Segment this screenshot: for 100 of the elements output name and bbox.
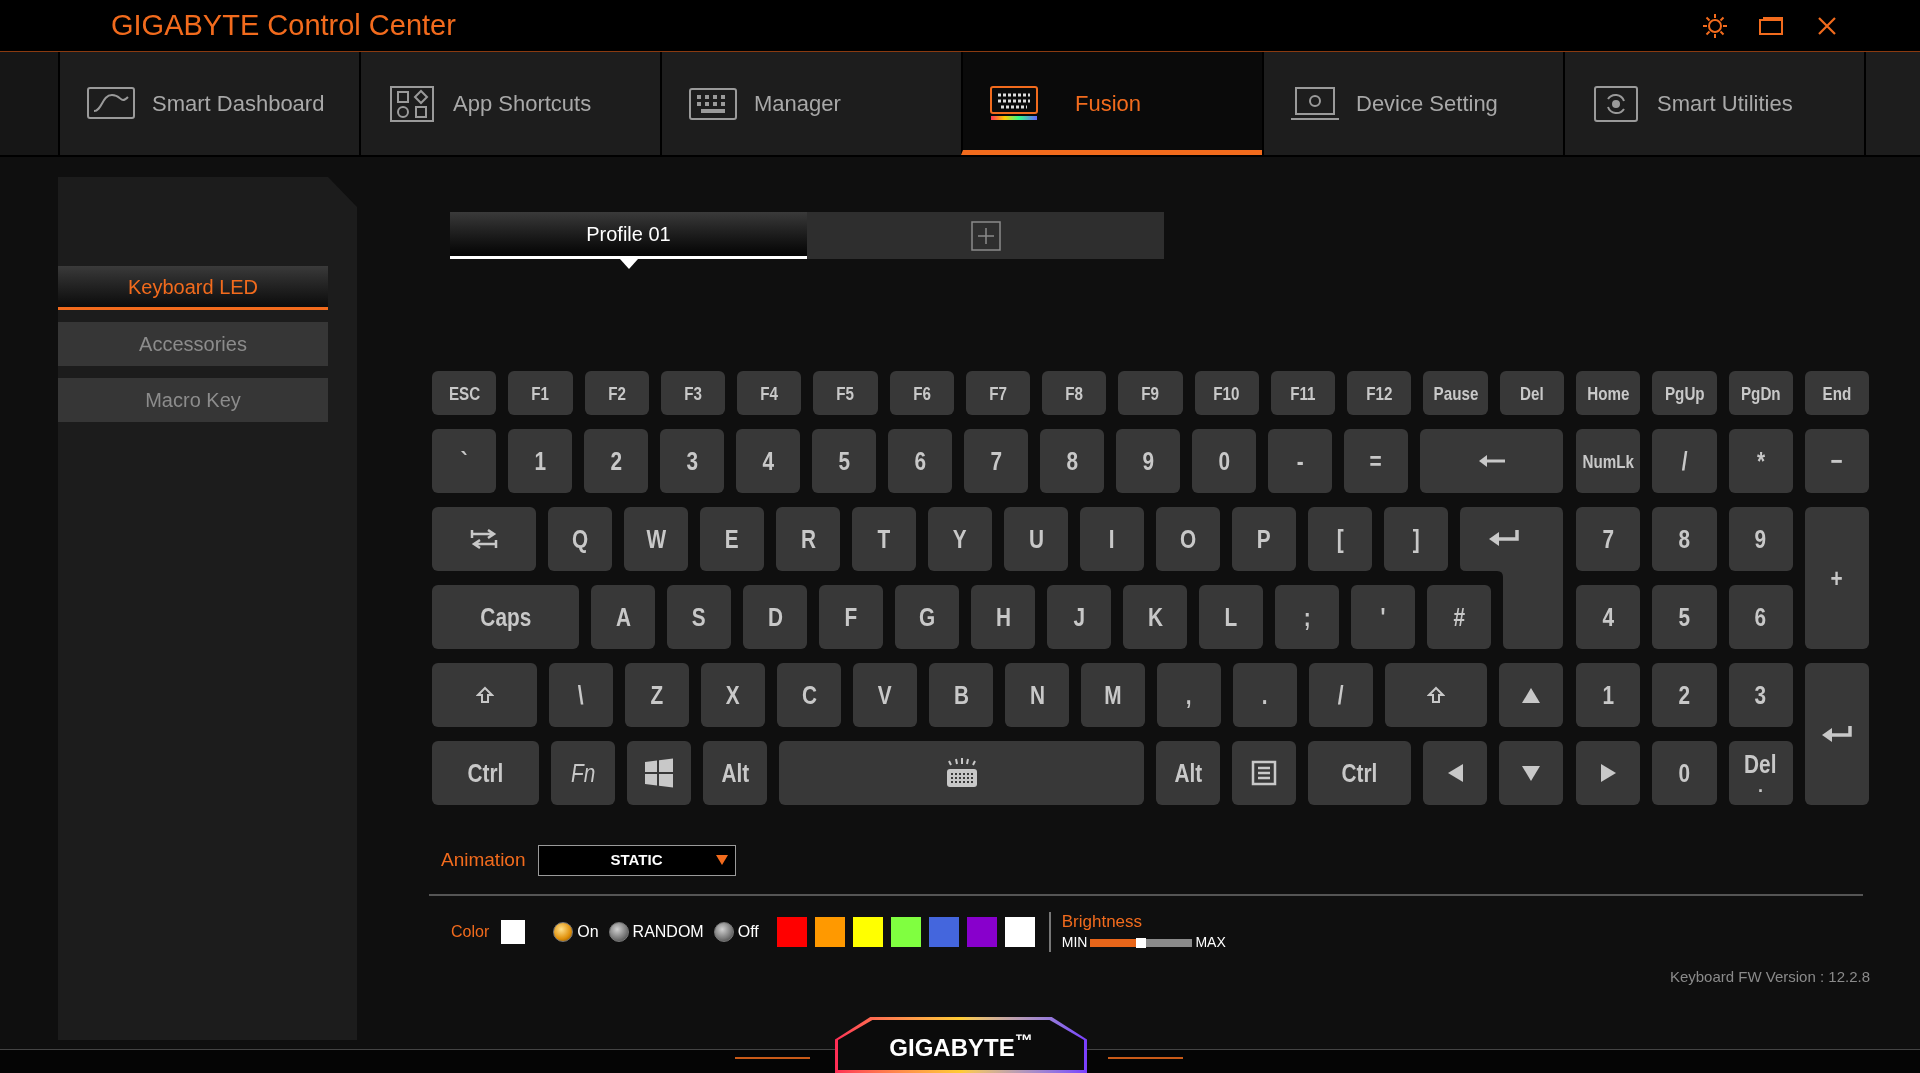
- key[interactable]: 9: [1116, 429, 1180, 493]
- nav-tab[interactable]: Device Setting: [1262, 52, 1563, 155]
- key[interactable]: Del: [1499, 371, 1564, 415]
- key[interactable]: Alt: [1156, 741, 1220, 805]
- key[interactable]: +: [1804, 507, 1869, 649]
- key[interactable]: 3: [1728, 663, 1793, 727]
- key[interactable]: B: [929, 663, 993, 727]
- key[interactable]: R: [776, 507, 840, 571]
- key[interactable]: [627, 741, 691, 805]
- key[interactable]: F: [819, 585, 883, 649]
- key[interactable]: 6: [1728, 585, 1793, 649]
- key[interactable]: F8: [1042, 371, 1107, 415]
- key[interactable]: F11: [1270, 371, 1336, 415]
- sidebar-item[interactable]: Keyboard LED: [58, 266, 328, 310]
- key[interactable]: [1576, 741, 1641, 805]
- key[interactable]: [1423, 741, 1487, 805]
- key[interactable]: #: [1427, 585, 1491, 649]
- key[interactable]: −: [1804, 429, 1869, 493]
- key[interactable]: PgUp: [1652, 371, 1717, 415]
- key[interactable]: F1: [508, 371, 573, 415]
- key[interactable]: ESC: [432, 371, 497, 415]
- key[interactable]: PgDn: [1728, 371, 1793, 415]
- key[interactable]: [432, 507, 536, 571]
- key[interactable]: Del .: [1728, 741, 1793, 805]
- key[interactable]: 1: [1576, 663, 1641, 727]
- key[interactable]: 3: [660, 429, 724, 493]
- key[interactable]: *: [1728, 429, 1793, 493]
- key[interactable]: 2: [584, 429, 648, 493]
- key[interactable]: J: [1047, 585, 1111, 649]
- key[interactable]: M: [1081, 663, 1145, 727]
- key[interactable]: Pause: [1423, 371, 1488, 415]
- key[interactable]: C: [777, 663, 841, 727]
- key[interactable]: E: [700, 507, 764, 571]
- key[interactable]: O: [1156, 507, 1220, 571]
- key[interactable]: A: [591, 585, 655, 649]
- key[interactable]: I: [1080, 507, 1144, 571]
- key[interactable]: [779, 741, 1144, 805]
- key[interactable]: 7: [1576, 507, 1641, 571]
- key[interactable]: .: [1233, 663, 1297, 727]
- key[interactable]: F6: [889, 371, 954, 415]
- key[interactable]: 5: [1652, 585, 1717, 649]
- key[interactable]: Fn: [551, 741, 615, 805]
- key[interactable]: Ctrl: [432, 741, 539, 805]
- key[interactable]: /: [1309, 663, 1373, 727]
- key[interactable]: W: [624, 507, 688, 571]
- key[interactable]: ,: [1157, 663, 1221, 727]
- key[interactable]: Home: [1576, 371, 1641, 415]
- key[interactable]: 4: [736, 429, 800, 493]
- key[interactable]: N: [1005, 663, 1069, 727]
- key[interactable]: ]: [1384, 507, 1448, 571]
- key[interactable]: Alt: [703, 741, 767, 805]
- key[interactable]: 8: [1652, 507, 1717, 571]
- nav-tab[interactable]: App Shortcuts: [359, 52, 660, 155]
- sidebar-item[interactable]: Accessories: [58, 322, 328, 366]
- key[interactable]: -: [1268, 429, 1332, 493]
- radio-option[interactable]: RANDOM: [608, 920, 704, 944]
- key[interactable]: H: [971, 585, 1035, 649]
- key[interactable]: K: [1123, 585, 1187, 649]
- key[interactable]: F10: [1194, 371, 1259, 415]
- color-swatch[interactable]: [1004, 917, 1035, 947]
- key[interactable]: G: [895, 585, 959, 649]
- key[interactable]: Caps: [432, 585, 579, 649]
- key[interactable]: S: [667, 585, 731, 649]
- radio-button[interactable]: [608, 922, 629, 942]
- key[interactable]: \: [549, 663, 613, 727]
- radio-button[interactable]: [553, 922, 574, 942]
- animation-dropdown[interactable]: STATIC: [537, 845, 736, 876]
- key[interactable]: L: [1199, 585, 1263, 649]
- key[interactable]: 1: [508, 429, 572, 493]
- key[interactable]: [: [1308, 507, 1372, 571]
- radio-button[interactable]: [713, 922, 734, 942]
- sidebar-item[interactable]: Macro Key: [58, 378, 328, 422]
- nav-tab[interactable]: Smart Utilities: [1563, 52, 1864, 155]
- settings-button[interactable]: [1702, 12, 1728, 39]
- color-swatch[interactable]: [928, 917, 959, 947]
- color-swatch[interactable]: [814, 917, 845, 947]
- key[interactable]: NumLk: [1576, 429, 1641, 493]
- key[interactable]: Y: [928, 507, 992, 571]
- key[interactable]: =: [1344, 429, 1408, 493]
- brightness-slider[interactable]: [1090, 938, 1193, 947]
- key[interactable]: U: [1004, 507, 1068, 571]
- key[interactable]: Ctrl: [1308, 741, 1411, 805]
- key[interactable]: [1499, 663, 1563, 727]
- key[interactable]: T: [852, 507, 916, 571]
- key[interactable]: V: [853, 663, 917, 727]
- key[interactable]: ;: [1275, 585, 1339, 649]
- color-swatch[interactable]: [852, 917, 883, 947]
- radio-option[interactable]: Off: [713, 920, 759, 944]
- key[interactable]: D: [743, 585, 807, 649]
- key[interactable]: [1232, 741, 1296, 805]
- key[interactable]: 0: [1192, 429, 1256, 493]
- color-swatch[interactable]: [966, 917, 997, 947]
- key[interactable]: 5: [812, 429, 876, 493]
- key[interactable]: 0: [1652, 741, 1717, 805]
- color-swatch[interactable]: [776, 917, 807, 947]
- key[interactable]: End: [1804, 371, 1870, 415]
- key[interactable]: /: [1652, 429, 1717, 493]
- key[interactable]: F4: [737, 371, 802, 415]
- key[interactable]: 9: [1728, 507, 1793, 571]
- nav-tab[interactable]: Manager: [660, 52, 961, 155]
